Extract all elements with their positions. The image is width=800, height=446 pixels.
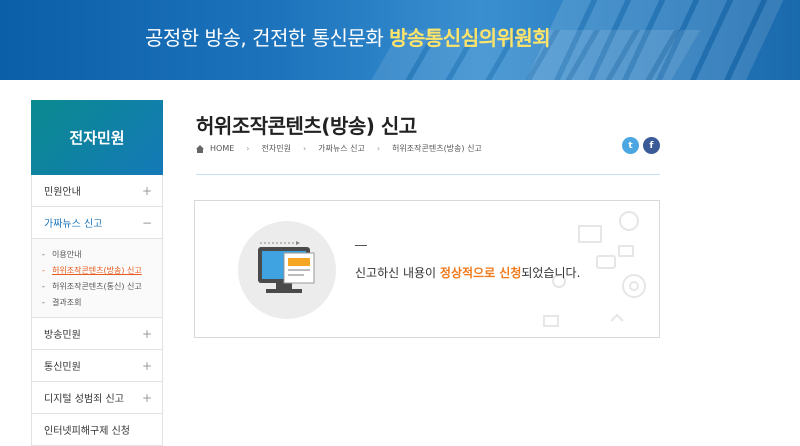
twitter-share-icon[interactable]: t (622, 137, 639, 154)
result-highlight: 정상적으로 신청 (439, 266, 522, 280)
home-icon (196, 144, 204, 153)
sidebar-item-complaint-guide[interactable]: 민원안내 + (32, 175, 162, 207)
breadcrumb-separator-icon: › (246, 144, 250, 153)
breadcrumb: HOME › 전자민원 › 가짜뉴스 신고 › 허위조작콘텐츠(방송) 신고 (196, 143, 482, 154)
sidebar-item-label: 민원안내 (44, 187, 81, 198)
submenu-label: 허위조작콘텐츠(통신) 신고 (52, 282, 142, 291)
breadcrumb-separator-icon: › (376, 144, 381, 153)
sidebar-submenu: - 이용안내 - 허위조작콘텐츠(방송) 신고 - 허위조작콘텐츠(통신) 신고 -결… (32, 239, 162, 318)
sidebar-item-broadcast-complaint[interactable]: 방송민원 + (32, 318, 162, 350)
sidebar-item-internet-damage-relief[interactable]: 인터넷피해구제 신청 (32, 414, 162, 446)
expand-plus-icon[interactable]: + (142, 327, 152, 341)
sidebar: 전자민원 민원안내 + 가짜뉴스 신고 − - 이용안내 - 허위조작콘텐츠(방송)… (31, 100, 163, 446)
submenu-label: 허위조작콘텐츠(방송) 신고 (52, 266, 142, 275)
submenu-label: 결과조회 (52, 298, 82, 307)
title-divider (196, 174, 660, 175)
slogan-org-name: 방송통신심의위원회 (389, 26, 551, 50)
submenu-item-result-lookup[interactable]: - 결과조회 (42, 295, 162, 311)
bullet-dash-icon: - (42, 250, 45, 259)
facebook-share-icon[interactable]: f (643, 137, 660, 154)
expand-plus-icon[interactable]: + (142, 184, 152, 198)
submenu-label: 이용안내 (52, 250, 82, 259)
slogan-text: 공정한 방송, 건전한 통신문화 (145, 26, 390, 50)
result-text-before: 신고하신 내용이 (355, 266, 440, 280)
expand-plus-icon[interactable]: + (142, 359, 152, 373)
monitor-document-icon (258, 241, 315, 293)
bullet-dash-icon: - (42, 298, 45, 307)
bullet-dash-icon: - (42, 266, 45, 275)
bullet-dash-icon: - (42, 282, 45, 291)
submenu-item-broadcast-report[interactable]: - 허위조작콘텐츠(방송) 신고 (42, 263, 162, 279)
banner-slogan: 공정한 방송, 건전한 통신문화 방송통신심의위원회 (145, 22, 551, 51)
sidebar-menu: 민원안내 + 가짜뉴스 신고 − - 이용안내 - 허위조작콘텐츠(방송) 신고 -… (31, 175, 163, 446)
breadcrumb-separator-icon: › (302, 144, 307, 153)
sidebar-item-digital-sex-crime[interactable]: 디지털 성범죄 신고 + (32, 382, 162, 414)
result-text-after: 되었습니다. (521, 266, 581, 280)
submenu-item-usage-guide[interactable]: - 이용안내 (42, 247, 162, 263)
expand-plus-icon[interactable]: + (142, 391, 152, 405)
sidebar-item-telecom-complaint[interactable]: 통신민원 + (32, 350, 162, 382)
breadcrumb-home[interactable]: HOME (210, 144, 234, 153)
breadcrumb-current: 허위조작콘텐츠(방송) 신고 (392, 144, 482, 153)
result-box: 신고하신 내용이 정상적으로 신청되었습니다. (194, 200, 660, 338)
page-title: 허위조작콘텐츠(방송) 신고 (196, 114, 417, 138)
collapse-minus-icon[interactable]: − (142, 216, 152, 230)
sidebar-item-fake-news[interactable]: 가짜뉴스 신고 − (32, 207, 162, 239)
result-message: 신고하신 내용이 정상적으로 신청되었습니다. (355, 264, 580, 281)
sidebar-item-label: 인터넷피해구제 신청 (44, 426, 130, 437)
sidebar-item-label: 방송민원 (44, 330, 81, 341)
completion-illustration (238, 221, 336, 319)
top-banner: 공정한 방송, 건전한 통신문화 방송통신심의위원회 (0, 0, 800, 80)
breadcrumb-e-complaint[interactable]: 전자민원 (261, 143, 290, 154)
message-dash (355, 245, 367, 246)
sidebar-item-label: 통신민원 (44, 362, 81, 373)
sidebar-heading: 전자민원 (31, 100, 163, 175)
sidebar-item-label: 가짜뉴스 신고 (44, 219, 103, 230)
submenu-item-telecom-report[interactable]: - 허위조작콘텐츠(통신) 신고 (42, 279, 162, 295)
breadcrumb-fake-news[interactable]: 가짜뉴스 신고 (318, 143, 365, 154)
sidebar-item-label: 디지털 성범죄 신고 (44, 394, 124, 405)
